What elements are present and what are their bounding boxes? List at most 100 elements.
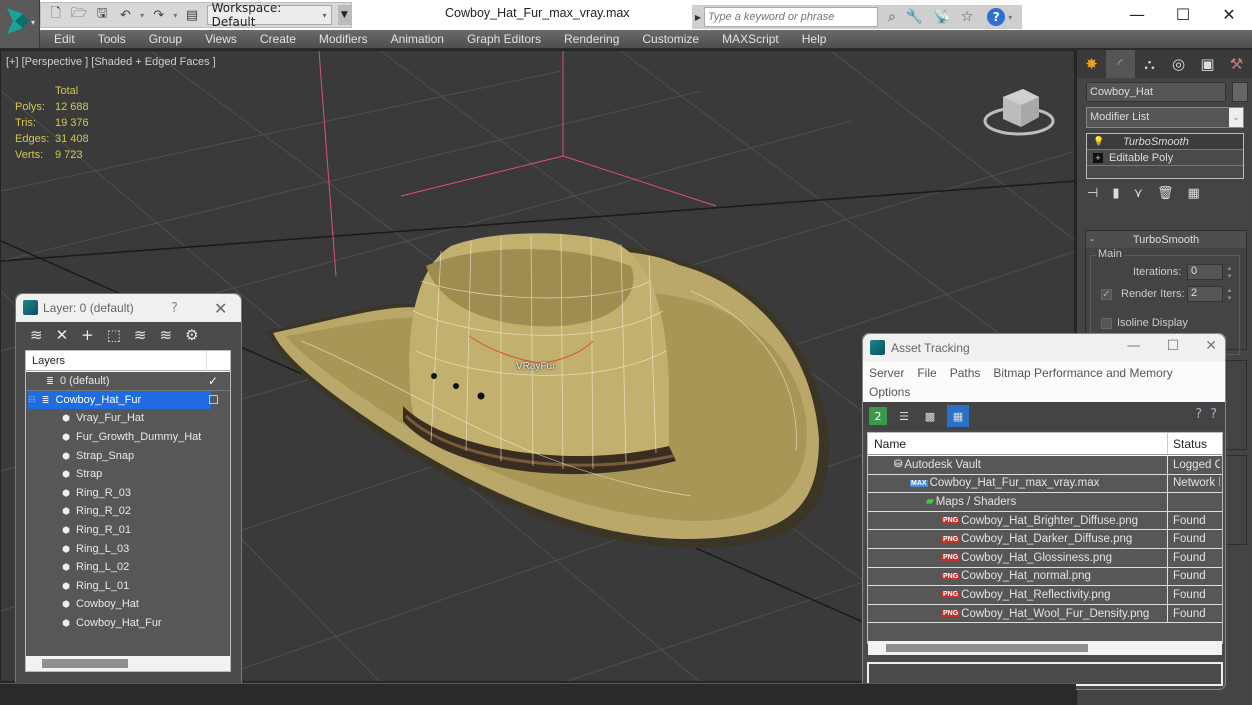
application-menu-button[interactable]: ▾ bbox=[0, 0, 40, 48]
pin-stack-icon[interactable]: ⊣ bbox=[1087, 186, 1098, 201]
utilities-tab-icon[interactable]: ⚒ bbox=[1222, 50, 1251, 78]
object-row[interactable]: ⬢ Ring_R_01 bbox=[26, 521, 230, 540]
modifier-list-dropdown[interactable]: Modifier List ⌄ bbox=[1086, 107, 1244, 128]
show-end-result-icon[interactable]: ▮ bbox=[1112, 186, 1119, 201]
asset-row[interactable]: ⛁ Autodesk Vault Logged C bbox=[868, 456, 1222, 475]
workspace-dropdown[interactable]: Workspace: Default ▾ bbox=[206, 1, 332, 29]
save-icon[interactable]: 🖫 bbox=[94, 6, 111, 24]
wrench-icon[interactable]: 🔧 bbox=[906, 9, 923, 25]
create-tab-icon[interactable]: ✸ bbox=[1077, 50, 1106, 78]
menu-file[interactable]: File bbox=[917, 366, 936, 380]
object-row[interactable]: ⬢ Ring_L_01 bbox=[26, 577, 230, 596]
menu-modifiers[interactable]: Modifiers bbox=[319, 32, 368, 46]
stack-item-editable-poly[interactable]: + Editable Poly bbox=[1087, 150, 1243, 166]
favorites-star-icon[interactable]: ☆ bbox=[961, 9, 974, 25]
display-tab-icon[interactable]: ▣ bbox=[1193, 50, 1222, 78]
viewport-label-menu[interactable]: [+] [Perspective ] [Shaded + Edged Faces… bbox=[6, 56, 216, 68]
object-color-swatch[interactable] bbox=[1232, 82, 1248, 102]
asset-row[interactable]: ▰ Maps / Shaders bbox=[868, 493, 1222, 512]
maximize-button[interactable]: ☐ bbox=[1160, 0, 1206, 28]
help-dropdown-icon[interactable]: ▾ bbox=[1008, 13, 1012, 22]
close-button[interactable]: ✕ bbox=[1206, 0, 1252, 28]
object-row[interactable]: ⬢ Ring_R_02 bbox=[26, 502, 230, 521]
open-file-icon[interactable]: 🗁 bbox=[70, 6, 87, 24]
thumbnail-view-icon[interactable]: ▩ bbox=[921, 407, 939, 425]
menu-maxscript[interactable]: MAXScript bbox=[722, 32, 779, 46]
hide-unhide-layers-icon[interactable]: ≋ bbox=[160, 326, 173, 344]
menu-rendering[interactable]: Rendering bbox=[564, 32, 619, 46]
object-row[interactable]: ⬢ Ring_R_03 bbox=[26, 484, 230, 503]
layers-column-header[interactable]: Layers bbox=[26, 351, 230, 371]
column-name[interactable]: Name bbox=[868, 433, 1168, 454]
lightbulb-icon[interactable]: 💡 bbox=[1093, 136, 1104, 147]
render-iters-checkbox[interactable]: ✓ bbox=[1101, 289, 1112, 300]
maximize-button[interactable]: ☐ bbox=[1167, 338, 1180, 354]
context-help-icon[interactable]: ? bbox=[1210, 407, 1217, 422]
redo-dropdown-icon[interactable]: ▾ bbox=[173, 11, 177, 20]
menu-graph-editors[interactable]: Graph Editors bbox=[467, 32, 541, 46]
undo-icon[interactable]: ↶ bbox=[117, 6, 134, 24]
dialog-title-bar[interactable]: Layer: 0 (default) ? ✕ bbox=[16, 294, 241, 322]
object-row[interactable]: ⬢ Strap_Snap bbox=[26, 446, 230, 465]
search-expand-icon[interactable]: ▶ bbox=[692, 13, 704, 22]
asset-row[interactable]: MAX Cowboy_Hat_Fur_max_vray.max Network I bbox=[868, 474, 1222, 494]
communication-center-icon[interactable]: 📡 bbox=[933, 9, 950, 25]
iterations-spinner[interactable]: 0 bbox=[1187, 264, 1223, 280]
asset-row[interactable]: PNG Cowboy_Hat_Glossiness.png Found bbox=[868, 548, 1222, 568]
help-icon[interactable]: ? bbox=[1195, 407, 1202, 422]
object-row[interactable]: ⬢ Cowboy_Hat bbox=[26, 595, 230, 614]
project-folder-icon[interactable]: ▤ bbox=[183, 6, 200, 24]
asset-row[interactable]: PNG Cowboy_Hat_normal.png Found bbox=[868, 567, 1222, 587]
object-row[interactable]: ⬢ Vray_Fur_Hat bbox=[26, 409, 230, 428]
asset-row[interactable]: PNG Cowboy_Hat_Wool_Fur_Density.png Found bbox=[868, 604, 1222, 624]
horizontal-scrollbar[interactable] bbox=[868, 641, 1222, 655]
delete-layer-icon[interactable]: ✕ bbox=[56, 326, 69, 344]
redo-icon[interactable]: ↷ bbox=[150, 6, 167, 24]
menu-customize[interactable]: Customize bbox=[642, 32, 699, 46]
object-row[interactable]: ⬢ Strap bbox=[26, 465, 230, 484]
object-row[interactable]: ⬢ Ring_L_03 bbox=[26, 539, 230, 558]
layer-properties-icon[interactable]: ⚙ bbox=[185, 326, 198, 344]
new-file-icon[interactable]: 🗋 bbox=[47, 6, 64, 24]
help-icon[interactable]: ? bbox=[987, 8, 1006, 26]
menu-group[interactable]: Group bbox=[149, 32, 182, 46]
menu-tools[interactable]: Tools bbox=[98, 32, 126, 46]
menu-animation[interactable]: Animation bbox=[391, 32, 444, 46]
scrollbar-thumb[interactable] bbox=[886, 644, 1088, 652]
object-row[interactable]: ⬢ Fur_Growth_Dummy_Hat bbox=[26, 428, 230, 447]
set-current-layer-icon[interactable]: ☐ bbox=[208, 393, 219, 407]
search-input[interactable] bbox=[704, 7, 878, 27]
close-button[interactable]: ✕ bbox=[214, 299, 227, 318]
menu-help[interactable]: Help bbox=[802, 32, 827, 46]
asset-row[interactable]: PNG Cowboy_Hat_Reflectivity.png Found bbox=[868, 586, 1222, 605]
remove-modifier-icon[interactable]: 🗑 bbox=[1157, 186, 1174, 201]
asset-row[interactable]: PNG Cowboy_Hat_Darker_Diffuse.png Found bbox=[868, 530, 1222, 549]
column-status[interactable]: Status bbox=[1168, 437, 1207, 451]
current-layer-check-icon[interactable]: ✓ bbox=[208, 374, 218, 388]
hierarchy-tab-icon[interactable]: ⛬ bbox=[1135, 50, 1164, 78]
spinner-arrows-icon[interactable]: ▴ ▾ bbox=[1225, 286, 1234, 302]
horizontal-scrollbar[interactable] bbox=[26, 656, 230, 671]
menu-options[interactable]: Options bbox=[869, 385, 910, 399]
rollout-header[interactable]: - TurboSmooth bbox=[1086, 231, 1246, 248]
isoline-display-checkbox[interactable] bbox=[1101, 318, 1112, 329]
menu-edit[interactable]: Edit bbox=[54, 32, 75, 46]
spinner-arrows-icon[interactable]: ▴ ▾ bbox=[1225, 264, 1234, 280]
menu-paths[interactable]: Paths bbox=[950, 366, 981, 380]
render-iters-spinner[interactable]: 2 bbox=[1187, 286, 1223, 302]
expand-plus-icon[interactable]: + bbox=[1093, 152, 1103, 163]
help-button[interactable]: ? bbox=[171, 301, 178, 316]
list-view-icon[interactable]: ☰ bbox=[895, 407, 913, 425]
make-unique-icon[interactable]: ⋎ bbox=[1133, 186, 1143, 201]
table-view-icon[interactable]: ▦ bbox=[947, 405, 969, 427]
minimize-button[interactable]: — bbox=[1127, 338, 1141, 354]
scrollbar-thumb[interactable] bbox=[42, 659, 128, 668]
binoculars-icon[interactable]: ⌕ bbox=[888, 9, 896, 25]
layer-row[interactable]: ≣ 0 (default) ✓ bbox=[26, 372, 230, 391]
object-row[interactable]: ⬢ Ring_L_02 bbox=[26, 558, 230, 577]
select-layer-icon[interactable]: ≋ bbox=[134, 326, 147, 344]
menu-server[interactable]: Server bbox=[869, 366, 904, 380]
modify-tab-icon[interactable]: ◜ bbox=[1106, 50, 1135, 78]
motion-tab-icon[interactable]: ◎ bbox=[1164, 50, 1193, 78]
configure-modifier-sets-icon[interactable]: ▦ bbox=[1188, 186, 1200, 201]
